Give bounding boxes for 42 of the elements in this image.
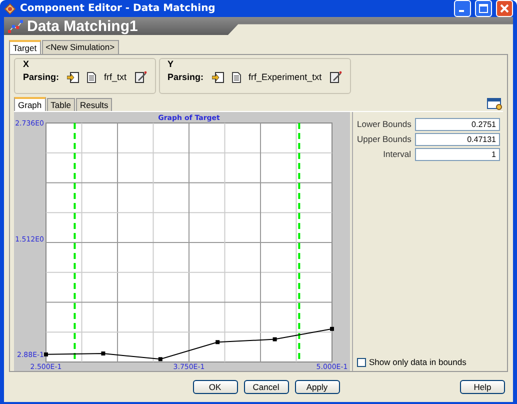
tab[interactable]: Graph xyxy=(14,97,46,111)
help-button[interactable]: Help xyxy=(460,380,505,394)
data-point xyxy=(216,340,220,344)
data-point xyxy=(272,337,277,342)
import-icon[interactable] xyxy=(212,72,224,82)
checkbox[interactable] xyxy=(357,358,366,366)
input-field[interactable]: 1 xyxy=(415,148,500,160)
edit-icon[interactable] xyxy=(330,71,342,83)
data-point xyxy=(101,351,106,356)
file-name: frf_Experiment_txt xyxy=(248,72,322,82)
window-search-icon[interactable] xyxy=(487,98,503,111)
tab[interactable]: Target xyxy=(9,40,41,54)
axis-label: Y xyxy=(168,59,175,69)
dialog-button[interactable]: Apply xyxy=(294,380,340,394)
input-field[interactable]: 0.2751 xyxy=(415,118,500,130)
scatter-icon xyxy=(8,19,24,33)
field-label: Upper Bounds xyxy=(357,134,411,144)
import-icon[interactable] xyxy=(67,72,80,82)
document-icon[interactable] xyxy=(232,72,241,82)
tab[interactable]: <New Simulation> xyxy=(42,40,119,54)
component-title: Data Matching1 xyxy=(27,18,138,34)
data-point xyxy=(330,326,334,331)
parsing-label: Parsing: xyxy=(168,72,204,82)
close-icon[interactable] xyxy=(500,4,509,13)
field-label: Lower Bounds xyxy=(357,119,411,129)
tab[interactable]: Table xyxy=(46,98,75,111)
data-point xyxy=(44,352,48,356)
maximize-icon[interactable] xyxy=(479,4,488,13)
tab[interactable]: Results xyxy=(76,98,112,111)
document-icon[interactable] xyxy=(87,72,96,82)
data-point xyxy=(158,357,162,362)
parsing-label: Parsing: xyxy=(23,72,60,82)
app-icon xyxy=(4,2,16,14)
field-label: Interval xyxy=(382,149,411,159)
checkbox-label: Show only data in bounds xyxy=(369,357,466,367)
input-field[interactable]: 0.47131 xyxy=(415,132,500,146)
file-name: frf_txt xyxy=(104,72,127,82)
dialog-button[interactable]: OK xyxy=(192,380,238,394)
axis-label: X xyxy=(23,59,30,69)
dialog-button[interactable]: Cancel xyxy=(244,380,288,394)
window-title: Component Editor - Data Matching xyxy=(20,3,216,14)
edit-icon[interactable] xyxy=(134,71,147,83)
